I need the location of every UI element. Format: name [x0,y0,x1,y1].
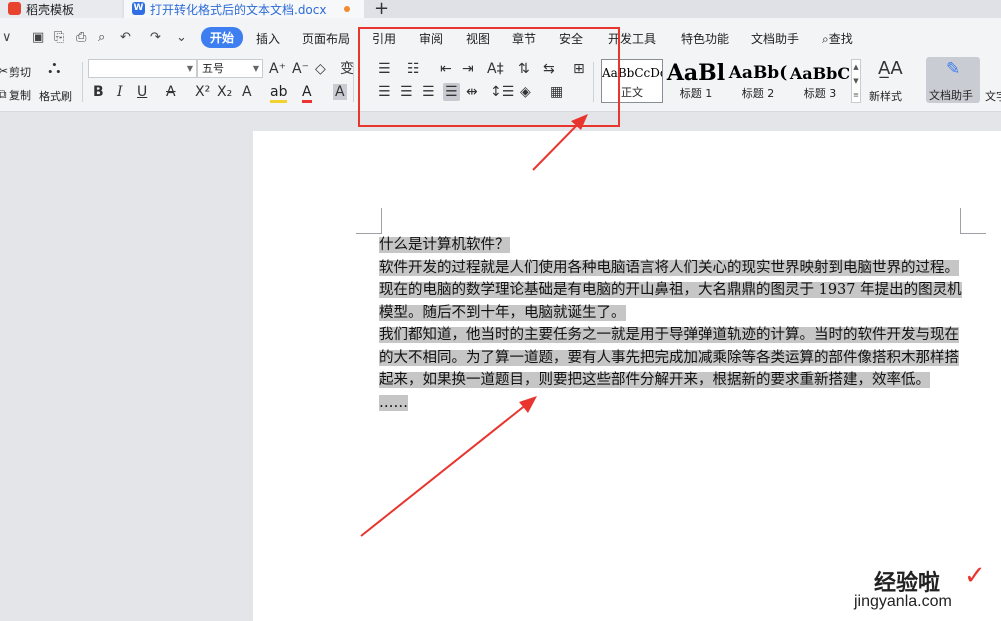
watermark-check-icon: ✓ [964,561,986,591]
arrow-to-ribbon [532,114,588,171]
annotation-arrows [360,114,588,537]
watermark-logo: 经验啦 ✓ jingyanla.com [852,561,997,617]
watermark-url: jingyanla.com [854,593,952,610]
arrow-to-text [360,396,537,537]
